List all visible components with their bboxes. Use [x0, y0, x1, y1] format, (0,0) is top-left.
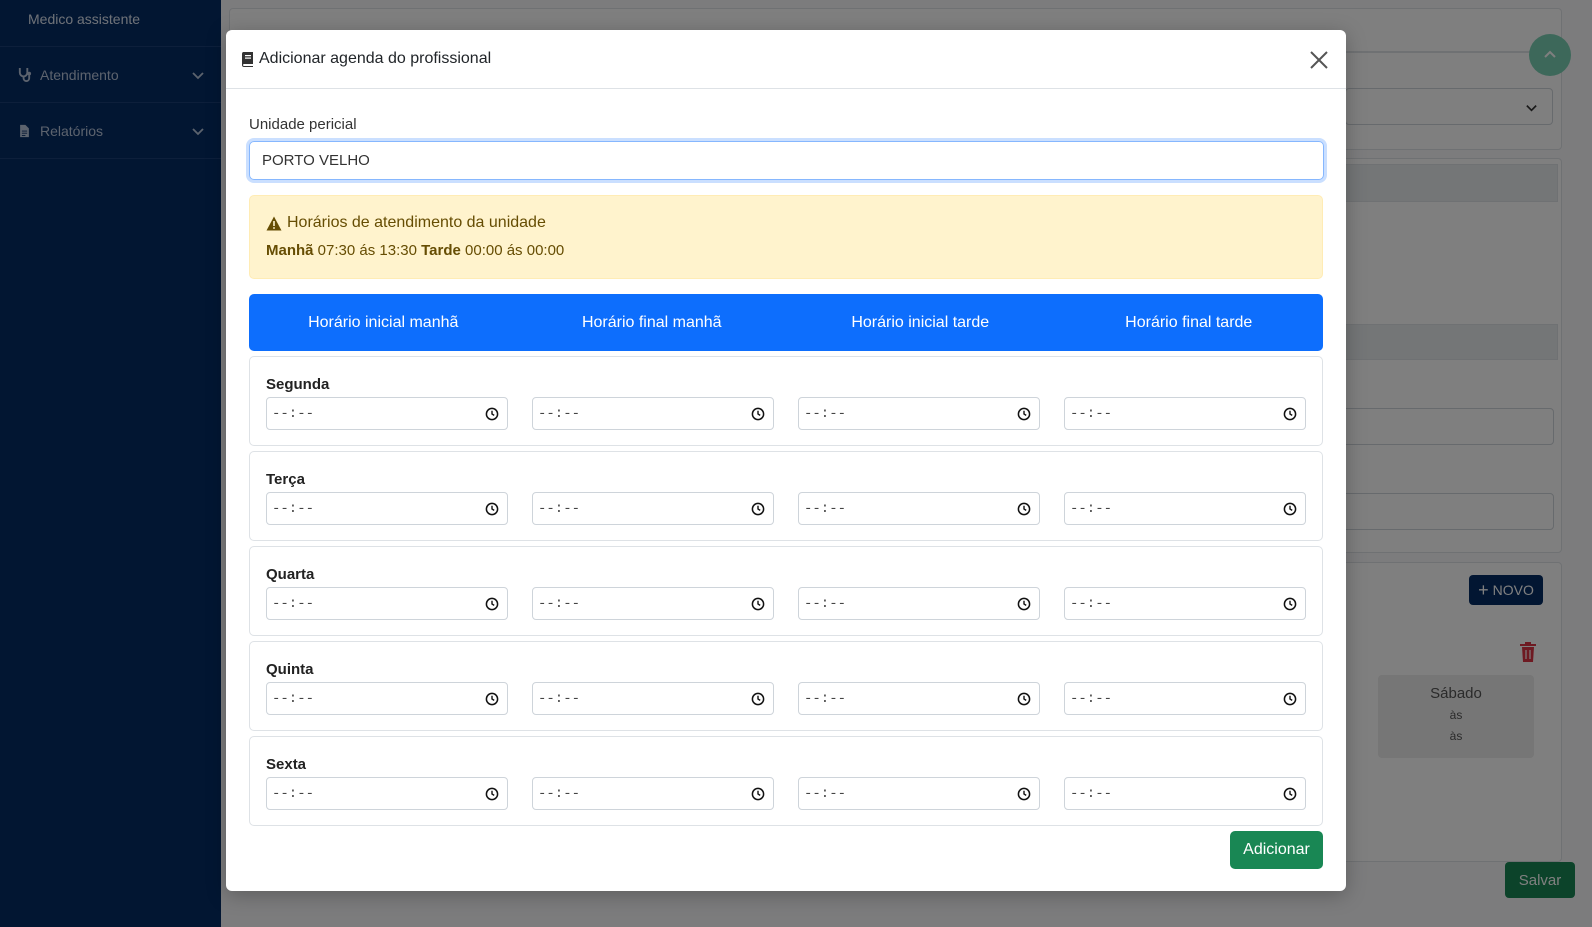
time-input-inicial-tarde[interactable]: --:-- [798, 777, 1040, 810]
day-times: --:-- --:-- --:-- --:-- [266, 397, 1306, 430]
time-input-inicial-manha[interactable]: --:-- [266, 682, 508, 715]
clock-icon[interactable] [485, 597, 499, 611]
add-agenda-modal: Adicionar agenda do profissional Unidade… [226, 30, 1346, 891]
time-value: --:-- [538, 690, 581, 707]
clock-icon[interactable] [1283, 692, 1297, 706]
time-value: --:-- [272, 405, 315, 422]
header-horario-final-tarde: Horário final tarde [1125, 313, 1253, 331]
day-label: Terça [266, 471, 305, 488]
time-input-final-tarde[interactable]: --:-- [1064, 397, 1306, 430]
clock-icon[interactable] [1283, 597, 1297, 611]
time-input-final-tarde[interactable]: --:-- [1064, 682, 1306, 715]
alert-title: Horários de atendimento da unidade [266, 214, 1306, 232]
time-value: --:-- [804, 785, 847, 802]
time-value: --:-- [272, 500, 315, 517]
modal-header: Adicionar agenda do profissional [226, 30, 1346, 89]
time-value: --:-- [804, 690, 847, 707]
day-card: Terça --:-- --:-- --:-- --:-- [249, 451, 1323, 541]
time-input-inicial-manha[interactable]: --:-- [266, 397, 508, 430]
clock-icon[interactable] [1283, 502, 1297, 516]
days-list: Segunda --:-- --:-- --:-- --:-- Terça --:-- --:… [249, 356, 1323, 826]
schedule-header: Horário inicial manhã Horário final manh… [249, 294, 1323, 351]
alert-hours: Manhã 07:30 ás 13:30 Tarde 00:00 ás 00:0… [266, 242, 565, 259]
clock-icon[interactable] [1017, 597, 1031, 611]
day-card: Quinta --:-- --:-- --:-- --:-- [249, 641, 1323, 731]
time-value: --:-- [538, 785, 581, 802]
time-input-inicial-manha[interactable]: --:-- [266, 492, 508, 525]
close-icon[interactable] [1308, 49, 1330, 71]
time-value: --:-- [272, 785, 315, 802]
time-value: --:-- [272, 690, 315, 707]
clock-icon[interactable] [751, 502, 765, 516]
clock-icon[interactable] [485, 692, 499, 706]
modal-title: Adicionar agenda do profissional [241, 50, 1308, 68]
day-label: Segunda [266, 376, 330, 393]
clock-icon[interactable] [1017, 502, 1031, 516]
clock-icon[interactable] [751, 407, 765, 421]
unidade-label: Unidade pericial [249, 116, 357, 133]
time-value: --:-- [538, 595, 581, 612]
clock-icon[interactable] [751, 597, 765, 611]
time-input-final-manha[interactable]: --:-- [532, 777, 774, 810]
adicionar-button[interactable]: Adicionar [1230, 831, 1323, 869]
header-horario-inicial-manha: Horário inicial manhã [308, 313, 459, 331]
clock-icon[interactable] [1017, 692, 1031, 706]
time-input-inicial-tarde[interactable]: --:-- [798, 682, 1040, 715]
clock-icon[interactable] [751, 692, 765, 706]
time-input-inicial-tarde[interactable]: --:-- [798, 397, 1040, 430]
time-input-final-manha[interactable]: --:-- [532, 397, 774, 430]
clock-icon[interactable] [1017, 407, 1031, 421]
day-label: Quarta [266, 566, 315, 583]
time-input-inicial-manha[interactable]: --:-- [266, 777, 508, 810]
time-value: --:-- [538, 500, 581, 517]
time-input-inicial-tarde[interactable]: --:-- [798, 492, 1040, 525]
time-input-inicial-manha[interactable]: --:-- [266, 587, 508, 620]
day-card: Sexta --:-- --:-- --:-- --:-- [249, 736, 1323, 826]
time-value: --:-- [804, 595, 847, 612]
day-times: --:-- --:-- --:-- --:-- [266, 587, 1306, 620]
time-value: --:-- [1070, 785, 1113, 802]
day-times: --:-- --:-- --:-- --:-- [266, 682, 1306, 715]
clock-icon[interactable] [485, 787, 499, 801]
header-horario-final-manha: Horário final manhã [581, 313, 722, 331]
time-value: --:-- [804, 405, 847, 422]
time-value: --:-- [1070, 690, 1113, 707]
time-value: --:-- [804, 500, 847, 517]
day-card: Segunda --:-- --:-- --:-- --:-- [249, 356, 1323, 446]
time-input-final-tarde[interactable]: --:-- [1064, 777, 1306, 810]
clock-icon[interactable] [1283, 787, 1297, 801]
book-icon [241, 51, 253, 67]
warning-icon [266, 216, 282, 230]
time-input-final-tarde[interactable]: --:-- [1064, 492, 1306, 525]
day-label: Quinta [266, 661, 314, 678]
time-input-final-manha[interactable]: --:-- [532, 587, 774, 620]
day-times: --:-- --:-- --:-- --:-- [266, 492, 1306, 525]
time-value: --:-- [272, 595, 315, 612]
time-value: --:-- [1070, 405, 1113, 422]
header-horario-inicial-tarde: Horário inicial tarde [851, 313, 990, 331]
day-times: --:-- --:-- --:-- --:-- [266, 777, 1306, 810]
day-card: Quarta --:-- --:-- --:-- --:-- [249, 546, 1323, 636]
clock-icon[interactable] [485, 502, 499, 516]
clock-icon[interactable] [485, 407, 499, 421]
time-input-final-tarde[interactable]: --:-- [1064, 587, 1306, 620]
time-value: --:-- [538, 405, 581, 422]
day-label: Sexta [266, 756, 307, 773]
time-input-final-manha[interactable]: --:-- [532, 682, 774, 715]
time-value: --:-- [1070, 595, 1113, 612]
modal-footer: Adicionar [249, 831, 1323, 869]
unidade-pericial-select[interactable]: PORTO VELHO [249, 141, 1324, 180]
clock-icon[interactable] [1283, 407, 1297, 421]
time-input-final-manha[interactable]: --:-- [532, 492, 774, 525]
time-input-inicial-tarde[interactable]: --:-- [798, 587, 1040, 620]
clock-icon[interactable] [1017, 787, 1031, 801]
time-value: --:-- [1070, 500, 1113, 517]
clock-icon[interactable] [751, 787, 765, 801]
horarios-alert: Horários de atendimento da unidade Manhã… [249, 195, 1323, 279]
modal-body: Unidade pericial PORTO VELHO Horários de… [226, 116, 1346, 869]
